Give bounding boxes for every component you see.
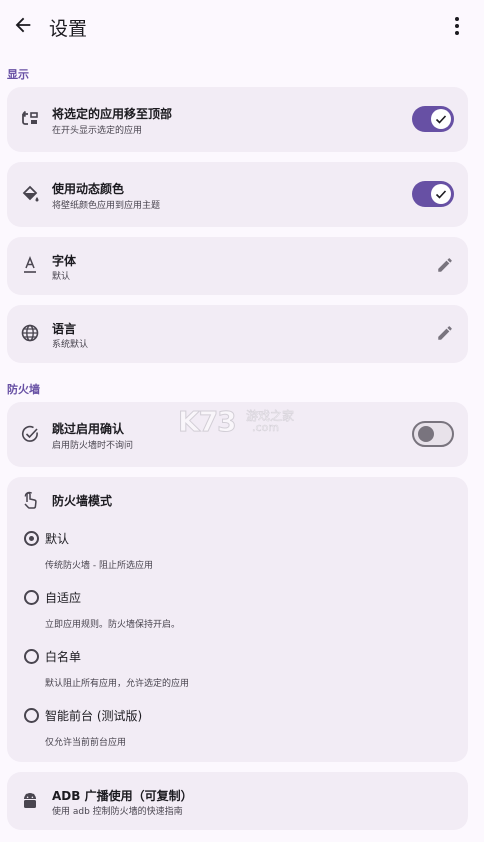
setting-language[interactable]: 语言 系统默认 bbox=[7, 305, 468, 363]
check-icon bbox=[435, 190, 447, 199]
setting-title: 语言 bbox=[52, 322, 77, 336]
setting-subtitle: 系统默认 bbox=[52, 340, 89, 350]
firewall-mode-title: 防火墙模式 bbox=[52, 494, 113, 508]
toggle-knob bbox=[418, 426, 434, 442]
mode-option-label: 默认 bbox=[45, 532, 70, 546]
app-bar: 设置 bbox=[0, 0, 484, 52]
setting-font[interactable]: 字体 默认 bbox=[7, 237, 468, 295]
edit-pencil-icon[interactable] bbox=[436, 256, 454, 274]
globe-icon bbox=[21, 324, 39, 342]
radio-button-selected[interactable] bbox=[24, 531, 39, 546]
setting-subtitle: 使用 adb 控制防火墙的快速指南 bbox=[52, 807, 183, 817]
watermark-domain: .com bbox=[252, 421, 280, 435]
skip-confirmation-toggle[interactable] bbox=[412, 421, 454, 447]
radio-button[interactable] bbox=[24, 708, 39, 723]
setting-title: 使用动态颜色 bbox=[52, 182, 125, 196]
setting-dynamic-color[interactable]: 使用动态颜色 将壁纸颜色应用到应用主题 bbox=[7, 162, 468, 227]
radio-button[interactable] bbox=[24, 590, 39, 605]
font-icon bbox=[24, 255, 36, 273]
firewall-mode-card: 防火墙模式 默认 传统防火墙 - 阻止所选应用 自适应 立即应用规则。防火墙保持… bbox=[7, 477, 468, 762]
section-header-display: 显示 bbox=[7, 68, 29, 81]
setting-title: ADB 广播使用（可复制） bbox=[52, 789, 193, 803]
setting-title: 跳过启用确认 bbox=[52, 422, 125, 436]
check-icon bbox=[435, 115, 447, 124]
mode-option-label: 白名单 bbox=[45, 650, 82, 664]
move-to-top-icon bbox=[22, 110, 38, 125]
android-icon bbox=[24, 793, 36, 808]
edit-pencil-icon[interactable] bbox=[436, 324, 454, 342]
setting-subtitle: 在开头显示选定的应用 bbox=[52, 126, 143, 136]
mode-option-desc: 仅允许当前前台应用 bbox=[45, 738, 127, 748]
move-to-top-toggle[interactable] bbox=[412, 106, 454, 132]
setting-move-to-top[interactable]: 将选定的应用移至顶部 在开头显示选定的应用 bbox=[7, 87, 468, 152]
setting-subtitle: 启用防火墙时不询问 bbox=[52, 441, 134, 451]
setting-subtitle: 默认 bbox=[52, 272, 71, 282]
toggle-knob bbox=[431, 109, 451, 129]
watermark-brand: K73 bbox=[178, 405, 238, 439]
more-options-icon[interactable] bbox=[448, 15, 466, 37]
watermark-logo: K73 游戏之家 .com bbox=[178, 405, 304, 439]
radio-button[interactable] bbox=[24, 649, 39, 664]
mode-option-desc: 立即应用规则。防火墙保持开启。 bbox=[45, 620, 181, 630]
mode-option-label: 自适应 bbox=[45, 591, 82, 605]
setting-title: 将选定的应用移至顶部 bbox=[52, 107, 173, 121]
dynamic-color-toggle[interactable] bbox=[412, 181, 454, 207]
setting-adb-broadcast[interactable]: ADB 广播使用（可复制） 使用 adb 控制防火墙的快速指南 bbox=[7, 772, 468, 830]
mode-option-label: 智能前台 (测试版) bbox=[45, 709, 143, 723]
back-arrow-icon[interactable] bbox=[12, 14, 34, 36]
setting-title: 字体 bbox=[52, 254, 77, 268]
check-circle-icon bbox=[21, 425, 38, 442]
paint-bucket-icon bbox=[22, 185, 39, 202]
setting-subtitle: 将壁纸颜色应用到应用主题 bbox=[52, 201, 161, 211]
section-header-firewall: 防火墙 bbox=[7, 383, 40, 396]
page-title: 设置 bbox=[49, 18, 88, 40]
touch-app-icon bbox=[24, 491, 37, 509]
toggle-knob bbox=[431, 184, 451, 204]
mode-option-desc: 传统防火墙 - 阻止所选应用 bbox=[45, 561, 153, 571]
mode-option-desc: 默认阻止所有应用，允许选定的应用 bbox=[45, 679, 190, 689]
